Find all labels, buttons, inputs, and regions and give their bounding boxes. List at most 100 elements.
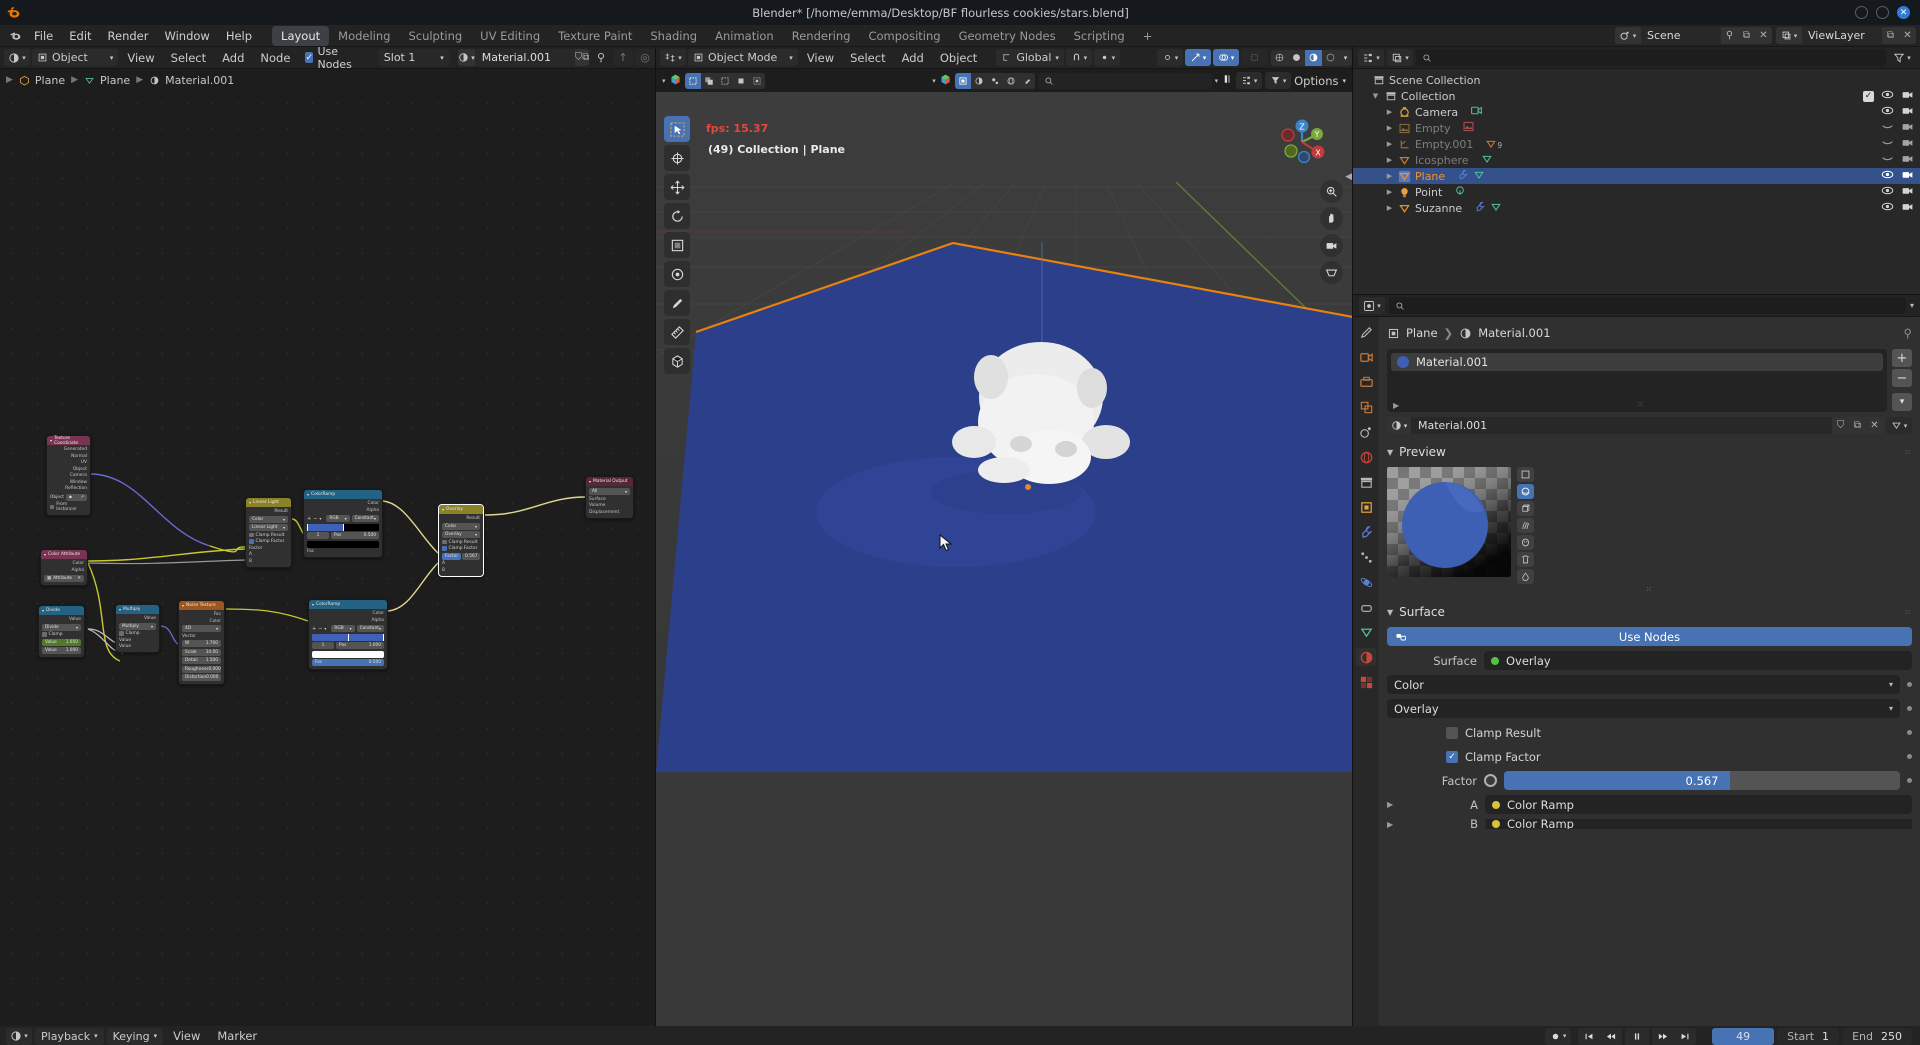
auto-keying-toggle[interactable]: ▾ bbox=[1545, 1027, 1572, 1045]
end-frame-field[interactable]: End 250 bbox=[1842, 1027, 1912, 1045]
socket-volume[interactable]: Volume bbox=[589, 503, 630, 508]
material-slot-selector[interactable]: Slot 1 ▾ bbox=[377, 49, 450, 66]
remove-material-slot-button[interactable]: − bbox=[1892, 369, 1912, 387]
material-name[interactable]: Material.001 bbox=[474, 49, 575, 66]
socket-value-2[interactable]: Value bbox=[119, 644, 156, 649]
jump-end-icon[interactable] bbox=[1674, 1027, 1697, 1045]
fac-input-field[interactable]: Fac 0.500 bbox=[312, 659, 384, 666]
expand-triangle-icon[interactable]: ▶ bbox=[1383, 108, 1396, 116]
outliner-filter-icon[interactable]: ▾ bbox=[1236, 72, 1263, 89]
expand-triangle-icon[interactable]: ▶ bbox=[1387, 800, 1399, 809]
mesh-data-icon[interactable]: 9 bbox=[1485, 138, 1502, 150]
clamp-factor-checkbox[interactable]: Clamp Factor bbox=[442, 546, 480, 551]
material-specials-menu[interactable]: ▾ bbox=[1892, 393, 1912, 411]
add-cube-tool-icon[interactable] bbox=[664, 348, 690, 374]
x-icon[interactable]: ✕ bbox=[1866, 417, 1883, 434]
x-icon[interactable]: ✕ bbox=[1899, 27, 1916, 44]
node-header[interactable]: ▾ ColorRamp bbox=[309, 600, 387, 609]
camera-render-icon[interactable] bbox=[1901, 184, 1914, 200]
tab-render[interactable] bbox=[1356, 348, 1376, 366]
expand-triangle-icon[interactable]: ▶ bbox=[1383, 140, 1396, 148]
filter-funnel-icon[interactable]: ▾ bbox=[1889, 49, 1915, 66]
light-data-icon[interactable] bbox=[1454, 185, 1466, 200]
interpolation-dropdown[interactable]: Constant ▾ bbox=[356, 625, 384, 632]
node-header[interactable]: ▾ Overlay bbox=[439, 505, 483, 514]
tab-particles[interactable] bbox=[1356, 548, 1376, 566]
socket-b[interactable]: B bbox=[442, 568, 480, 573]
measure-tool-icon[interactable] bbox=[664, 319, 690, 345]
minimize-icon[interactable] bbox=[1855, 6, 1868, 19]
operation-dropdown[interactable]: Multiply ▾ bbox=[119, 622, 156, 630]
tab-world[interactable] bbox=[1356, 448, 1376, 466]
filter-modifier-icon[interactable] bbox=[986, 72, 1003, 89]
filter-brush-icon[interactable] bbox=[1018, 72, 1035, 89]
data-type-dropdown[interactable]: Color ▾ bbox=[249, 515, 288, 523]
node-noise-texture[interactable]: ▾ Noise Texture Fac Color 4D ▾ Vector W 1.7… bbox=[178, 600, 225, 685]
clamp-factor-checkbox[interactable]: ✓ bbox=[1446, 750, 1458, 763]
input-b-field[interactable]: Color Ramp bbox=[1485, 819, 1912, 829]
socket-b[interactable]: B bbox=[249, 559, 288, 564]
dimensions-dropdown[interactable]: 4D ▾ bbox=[182, 625, 221, 632]
eye-icon[interactable] bbox=[1881, 104, 1894, 120]
expand-triangle-icon[interactable]: ▶ bbox=[1387, 820, 1399, 829]
detail-field[interactable]: Detail 1.500 bbox=[182, 657, 221, 664]
tab-output[interactable] bbox=[1356, 373, 1376, 391]
material-slot-item[interactable]: Material.001 bbox=[1391, 353, 1883, 371]
navigation-gizmo[interactable]: Z Y X bbox=[1274, 114, 1330, 170]
ramp-color-swatch[interactable] bbox=[312, 650, 384, 658]
node-header[interactable]: ▾ Noise Texture bbox=[179, 601, 224, 610]
camera-render-icon[interactable] bbox=[1901, 152, 1914, 168]
resize-grip-icon[interactable]: ⁙ bbox=[1637, 400, 1645, 409]
animate-property-dot[interactable] bbox=[1907, 730, 1912, 735]
mesh-data-icon[interactable] bbox=[1473, 169, 1485, 184]
duplicate-icon[interactable]: ⧉ bbox=[1738, 27, 1755, 44]
select-mode-extend-icon[interactable] bbox=[700, 72, 717, 89]
node-overlay-mix[interactable]: ▾ Overlay Result Color ▾ Overlay ▾ Clamp Re… bbox=[438, 504, 484, 577]
factor-value-field[interactable]: 0.567 bbox=[462, 552, 481, 560]
node-math-divide[interactable]: ▾ Divide Value Divide ▾ Clamp Value 1.050 V… bbox=[38, 605, 85, 658]
editor-type-selector[interactable]: ▾ bbox=[660, 49, 686, 66]
close-icon[interactable]: ✕ bbox=[1897, 6, 1910, 19]
chevron-down-icon-3[interactable]: ▾ bbox=[1215, 77, 1219, 85]
tab-data[interactable] bbox=[1356, 623, 1376, 641]
distortion-field[interactable]: Distortion 0.000 bbox=[182, 674, 221, 681]
value-field-2[interactable]: Value 1.000 bbox=[42, 647, 81, 654]
blend-mode-dropdown[interactable]: Linear Light ▾ bbox=[249, 524, 288, 531]
clamp-result-checkbox[interactable] bbox=[1446, 726, 1458, 739]
viewport-menu-object[interactable]: Object bbox=[933, 51, 984, 65]
go-to-parent-icon[interactable]: ↑ bbox=[613, 49, 633, 66]
roughness-field[interactable]: Roughness 0.000 bbox=[182, 665, 221, 673]
outliner-row-suzanne[interactable]: ▶ Suzanne bbox=[1353, 200, 1920, 216]
expand-triangle-icon[interactable]: ▶ bbox=[1383, 204, 1396, 212]
camera-data-icon[interactable] bbox=[1470, 104, 1483, 120]
annotate-tool-icon[interactable] bbox=[664, 290, 690, 316]
interpolation-dropdown[interactable]: Constant ▾ bbox=[351, 515, 379, 522]
chevron-down-icon[interactable]: ▾ bbox=[1910, 301, 1914, 310]
factor-socket-dot[interactable] bbox=[1484, 774, 1497, 787]
workspace-tab-modeling[interactable]: Modeling bbox=[329, 26, 399, 46]
expand-triangle-icon[interactable]: ▶ bbox=[1383, 124, 1396, 132]
outliner-row-icosphere[interactable]: ▶ Icosphere bbox=[1353, 152, 1920, 168]
socket-surface[interactable]: Surface bbox=[589, 497, 630, 502]
outliner-row-plane[interactable]: ▶ Plane bbox=[1353, 168, 1920, 184]
tab-tool[interactable] bbox=[1356, 323, 1376, 341]
tab-scene[interactable] bbox=[1356, 423, 1376, 441]
interpolation-color-mode[interactable]: RGB ▾ bbox=[326, 515, 350, 522]
workspace-tab-scripting[interactable]: Scripting bbox=[1065, 26, 1134, 46]
duplicate-icon[interactable]: ⧉ bbox=[582, 49, 589, 66]
node-header[interactable]: ▾ Multiply bbox=[116, 605, 159, 614]
preview-panel-header[interactable]: ▼ Preview ⁙ bbox=[1387, 442, 1912, 462]
shader-menu-view[interactable]: View bbox=[120, 51, 161, 65]
from-instancer-checkbox[interactable]: From Instancer bbox=[50, 502, 87, 512]
tab-collection[interactable] bbox=[1356, 473, 1376, 491]
surface-panel-header[interactable]: ▼ Surface ⁙ bbox=[1387, 602, 1912, 622]
camera-icon[interactable] bbox=[1320, 234, 1343, 257]
workspace-tab-compositing[interactable]: Compositing bbox=[859, 26, 949, 46]
ramp-color-swatch[interactable] bbox=[307, 540, 379, 548]
viewlayer-selector[interactable]: ▾ ViewLayer ⧉ ✕ bbox=[1776, 27, 1916, 44]
move-tool-icon[interactable] bbox=[664, 174, 690, 200]
filter-world-icon[interactable] bbox=[1002, 72, 1019, 89]
shield-icon[interactable]: ⛉ bbox=[1832, 417, 1849, 434]
color-ramp-gradient[interactable] bbox=[307, 523, 379, 531]
socket-value[interactable]: Value bbox=[42, 617, 81, 622]
